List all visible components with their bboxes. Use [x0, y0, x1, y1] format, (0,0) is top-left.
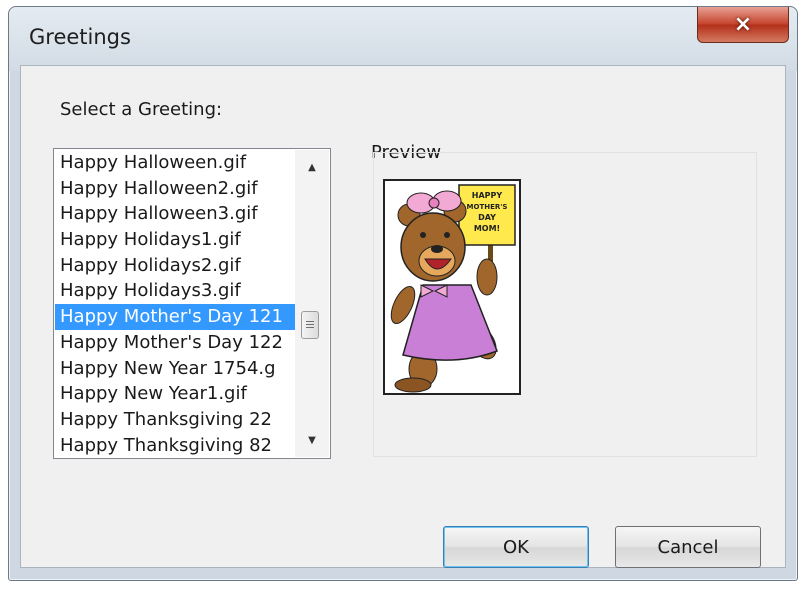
- list-item[interactable]: Happy Thanksgiving 82: [55, 433, 295, 457]
- greeting-listbox[interactable]: Happy Halloween.gif Happy Halloween2.gif H…: [53, 148, 331, 459]
- cancel-button[interactable]: Cancel: [615, 526, 761, 568]
- sign-line-1: HAPPY: [472, 191, 503, 200]
- sign-line-3: DAY: [478, 213, 496, 222]
- preview-image: HAPPY MOTHER'S DAY MOM!: [383, 179, 521, 395]
- greeting-list: Happy Halloween.gif Happy Halloween2.gif H…: [55, 150, 295, 457]
- listbox-scrollbar[interactable]: ▲ ▼: [295, 150, 329, 457]
- bear-raised-arm: [476, 258, 498, 296]
- bear-nose: [431, 245, 443, 253]
- list-item[interactable]: Happy Thanksgiving 22: [55, 407, 295, 433]
- chevron-up-icon: ▲: [308, 161, 316, 173]
- greetings-dialog: Greetings × Select a Greeting: Happy Hal…: [8, 6, 798, 581]
- ok-button[interactable]: OK: [443, 526, 589, 568]
- list-item[interactable]: Happy Mother's Day 122: [55, 330, 295, 356]
- scroll-down-button[interactable]: ▼: [295, 423, 329, 457]
- bear-head-bow-knot: [428, 197, 440, 209]
- sign-line-4: MOM!: [474, 224, 500, 233]
- list-item[interactable]: Happy Holidays3.gif: [55, 278, 295, 304]
- list-item[interactable]: Happy New Year 1754.g: [55, 356, 295, 382]
- list-item[interactable]: Happy Halloween.gif: [55, 150, 295, 176]
- bear-greeting-image: HAPPY MOTHER'S DAY MOM!: [390, 184, 516, 393]
- dialog-body: Select a Greeting: Happy Halloween.gif Ha…: [20, 65, 786, 568]
- list-item[interactable]: Happy Halloween2.gif: [55, 176, 295, 202]
- bear-right-eye: [444, 232, 450, 238]
- list-item[interactable]: Happy Halloween3.gif: [55, 201, 295, 227]
- title-bar[interactable]: Greetings ×: [9, 7, 797, 71]
- list-item[interactable]: Happy Holidays1.gif: [55, 227, 295, 253]
- sign-line-2: MOTHER'S: [467, 203, 508, 211]
- list-item[interactable]: Happy New Year1.gif: [55, 381, 295, 407]
- list-item[interactable]: Happy Mother's Day 121: [55, 304, 295, 330]
- chevron-down-icon: ▼: [308, 434, 316, 446]
- scroll-thumb[interactable]: [301, 311, 319, 339]
- scroll-up-button[interactable]: ▲: [295, 150, 329, 184]
- dialog-title: Greetings: [29, 25, 131, 49]
- bear-left-foot: [394, 377, 432, 393]
- list-item[interactable]: Happy Holidays2.gif: [55, 253, 295, 279]
- close-button[interactable]: ×: [697, 7, 789, 43]
- bear-dress: [402, 284, 498, 361]
- close-icon: ×: [733, 12, 753, 37]
- grip-icon: [306, 320, 314, 330]
- bear-left-eye: [420, 232, 426, 238]
- select-greeting-label: Select a Greeting:: [60, 99, 223, 120]
